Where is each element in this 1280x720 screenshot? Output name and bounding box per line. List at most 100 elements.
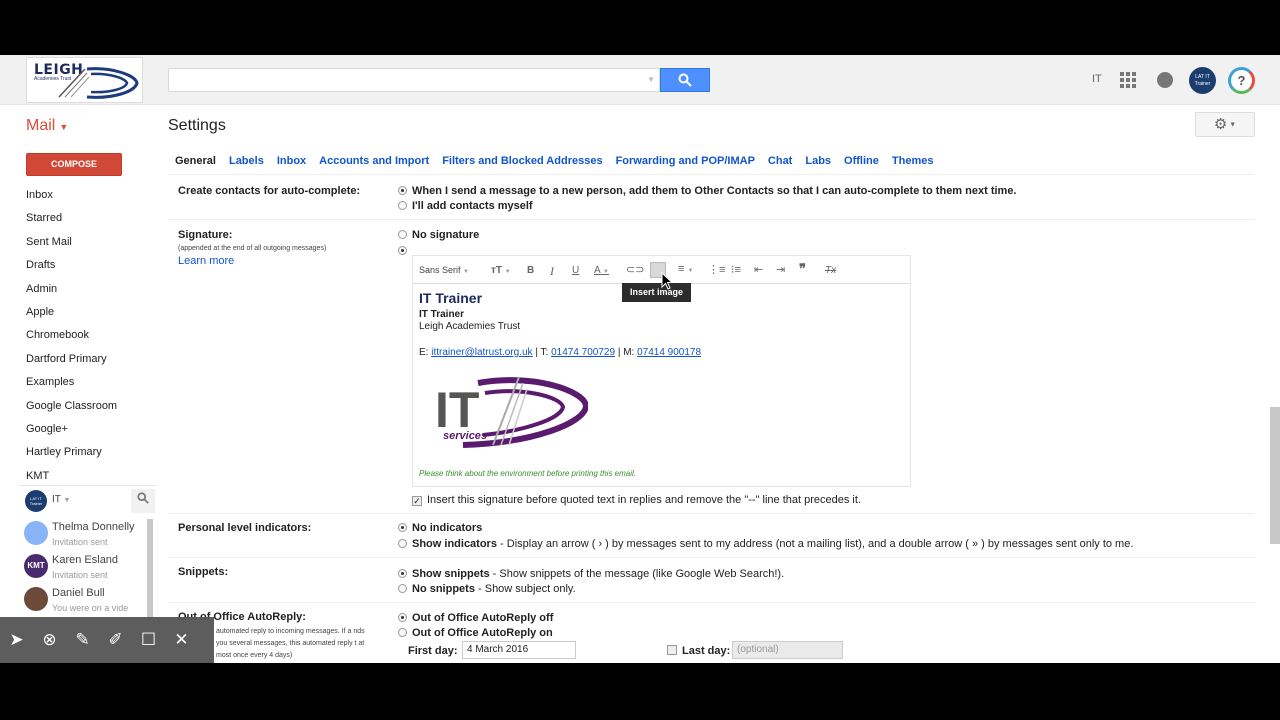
settings-gear-button[interactable]: ⚙ ▼ — [1195, 112, 1255, 137]
hangouts-contact[interactable]: Thelma Donnelly Invitation sent — [24, 519, 150, 551]
ooo-on-option[interactable]: Out of Office AutoReply on — [398, 627, 553, 639]
radio-selected[interactable] — [398, 569, 407, 578]
remove-formatting-icon[interactable]: Tx — [825, 265, 836, 276]
custom-signature-option[interactable] — [398, 245, 412, 257]
sidebar-item-kmt[interactable]: KMT — [26, 465, 156, 480]
insert-before-quoted-checkbox[interactable]: ✓ Insert this signature before quoted tex… — [412, 494, 861, 506]
numbered-list-icon[interactable]: ⋮≡ — [708, 263, 725, 276]
page-scrollbar[interactable] — [1270, 407, 1280, 544]
quote-icon[interactable]: ❞ — [799, 261, 806, 277]
contact-avatar — [24, 521, 48, 545]
radio-unselected[interactable] — [398, 201, 407, 210]
sidebar-item-apple[interactable]: Apple — [26, 301, 156, 324]
no-indicators-option[interactable]: No indicators — [398, 522, 482, 534]
show-indicators-option[interactable]: Show indicators - Display an arrow ( › )… — [398, 538, 1133, 550]
radio-selected[interactable] — [398, 246, 407, 255]
radio-selected[interactable] — [398, 186, 407, 195]
pen-tool-icon[interactable]: ✎ — [66, 630, 99, 650]
ooo-off-option[interactable]: Out of Office AutoReply off — [398, 612, 553, 624]
apps-grid-icon[interactable] — [1120, 72, 1136, 88]
tab-offline[interactable]: Offline — [844, 155, 879, 169]
radio-unselected[interactable] — [398, 539, 407, 548]
rectangle-tool-icon[interactable]: ☐ — [132, 630, 165, 650]
no-snippets-desc: - Show subject only. — [474, 583, 576, 595]
leigh-logo[interactable]: LEIGH Academies Trust — [26, 57, 143, 103]
italic-icon[interactable]: I — [550, 264, 554, 279]
hangouts-user[interactable]: IT ▼ — [52, 494, 70, 505]
hangouts-contact[interactable]: Daniel Bull You were on a vide — [24, 585, 150, 617]
sidebar-item-chromebook[interactable]: Chromebook — [26, 324, 156, 347]
radio-unselected[interactable] — [398, 230, 407, 239]
tab-inbox[interactable]: Inbox — [277, 155, 306, 169]
search-button[interactable] — [660, 68, 710, 92]
tab-general[interactable]: General — [175, 155, 216, 169]
sidebar-item-admin[interactable]: Admin — [26, 278, 156, 301]
bulleted-list-icon[interactable]: ⁝≡ — [731, 263, 741, 276]
hangouts-search-icon[interactable] — [131, 489, 155, 513]
show-snippets-option[interactable]: Show snippets - Show snippets of the mes… — [398, 568, 784, 580]
pointer-tool-icon[interactable]: ➤ — [0, 630, 33, 650]
checkbox-unchecked[interactable] — [667, 645, 677, 655]
tab-filters-and-blocked-addresses[interactable]: Filters and Blocked Addresses — [442, 155, 602, 169]
hangouts-avatar[interactable]: LAT IT Trainer — [25, 490, 47, 512]
account-name[interactable]: IT — [1092, 73, 1102, 85]
notifications-bell-icon[interactable] — [1157, 72, 1173, 88]
signature-email-link[interactable]: ittrainer@latrust.org.uk — [431, 347, 532, 358]
sidebar-item-starred[interactable]: Starred — [26, 207, 156, 230]
sidebar-item-google-[interactable]: Google+ — [26, 418, 156, 441]
sidebar-item-examples[interactable]: Examples — [26, 371, 156, 394]
mail-menu[interactable]: Mail ▼ — [26, 117, 68, 135]
account-avatar[interactable]: LAT IT Trainer — [1189, 67, 1216, 94]
tab-forwarding-and-pop-imap[interactable]: Forwarding and POP/IMAP — [616, 155, 755, 169]
radio-selected[interactable] — [398, 613, 407, 622]
checkbox-checked[interactable]: ✓ — [412, 496, 422, 506]
it-services-logo[interactable]: IT services — [423, 371, 588, 451]
font-family-select[interactable]: Sans Serif ▼ — [419, 265, 469, 275]
radio-selected[interactable] — [398, 523, 407, 532]
hangouts-contact[interactable]: KMT Karen Esland Invitation sent — [24, 552, 150, 584]
tab-chat[interactable]: Chat — [768, 155, 792, 169]
learn-more-link[interactable]: Learn more — [178, 255, 234, 267]
signature-phone-link[interactable]: 01474 700729 — [551, 347, 615, 358]
annotation-toolbar: ➤ ⊗ ✎ ✐ ☐ ✕ — [0, 617, 214, 663]
radio-unselected[interactable] — [398, 628, 407, 637]
indent-more-icon[interactable]: ⇥ — [776, 263, 785, 276]
tab-labels[interactable]: Labels — [229, 155, 264, 169]
autocomplete-option-manual[interactable]: I'll add contacts myself — [398, 200, 533, 212]
search-input[interactable]: ▼ — [168, 68, 660, 92]
tab-themes[interactable]: Themes — [892, 155, 934, 169]
close-icon[interactable]: ✕ — [165, 630, 198, 650]
help-icon[interactable]: ? — [1228, 67, 1255, 94]
last-day-input[interactable]: (optional) — [732, 641, 843, 659]
autocomplete-option-auto[interactable]: When I send a message to a new person, a… — [398, 185, 1017, 197]
sidebar-item-drafts[interactable]: Drafts — [26, 254, 156, 277]
tab-accounts-and-import[interactable]: Accounts and Import — [319, 155, 429, 169]
no-signature-option[interactable]: No signature — [398, 229, 479, 241]
indent-less-icon[interactable]: ⇤ — [754, 263, 763, 276]
no-snippets-option[interactable]: No snippets - Show subject only. — [398, 583, 576, 595]
snippets-label: Snippets: — [178, 566, 229, 578]
logo-swoosh-icon — [58, 67, 139, 99]
signature-mobile-link[interactable]: 07414 900178 — [637, 347, 701, 358]
bold-icon[interactable]: B — [527, 265, 534, 276]
font-size-icon[interactable]: тT ▼ — [491, 265, 511, 276]
contacts-scrollbar[interactable] — [147, 519, 153, 619]
sidebar-item-hartley-primary[interactable]: Hartley Primary — [26, 441, 156, 464]
align-icon[interactable]: ≡ ▼ — [678, 263, 693, 275]
first-day-label: First day: — [408, 645, 458, 657]
disable-tool-icon[interactable]: ⊗ — [33, 630, 66, 650]
sidebar-item-google-classroom[interactable]: Google Classroom — [26, 395, 156, 418]
underline-icon[interactable]: U — [572, 265, 579, 276]
highlighter-tool-icon[interactable]: ✐ — [99, 630, 132, 650]
tab-labs[interactable]: Labs — [805, 155, 831, 169]
first-day-input[interactable]: 4 March 2016 — [462, 641, 576, 659]
sidebar-item-inbox[interactable]: Inbox — [26, 184, 156, 207]
text-color-icon[interactable]: A ▼ — [594, 265, 609, 276]
radio-unselected[interactable] — [398, 584, 407, 593]
compose-button[interactable]: COMPOSE — [26, 153, 122, 176]
search-options-icon[interactable]: ▼ — [647, 75, 655, 84]
sidebar-item-sent-mail[interactable]: Sent Mail — [26, 231, 156, 254]
link-icon[interactable]: ⊂⊃ — [626, 263, 644, 276]
last-day-checkbox[interactable]: Last day: — [667, 645, 730, 657]
sidebar-item-dartford-primary[interactable]: Dartford Primary — [26, 348, 156, 371]
